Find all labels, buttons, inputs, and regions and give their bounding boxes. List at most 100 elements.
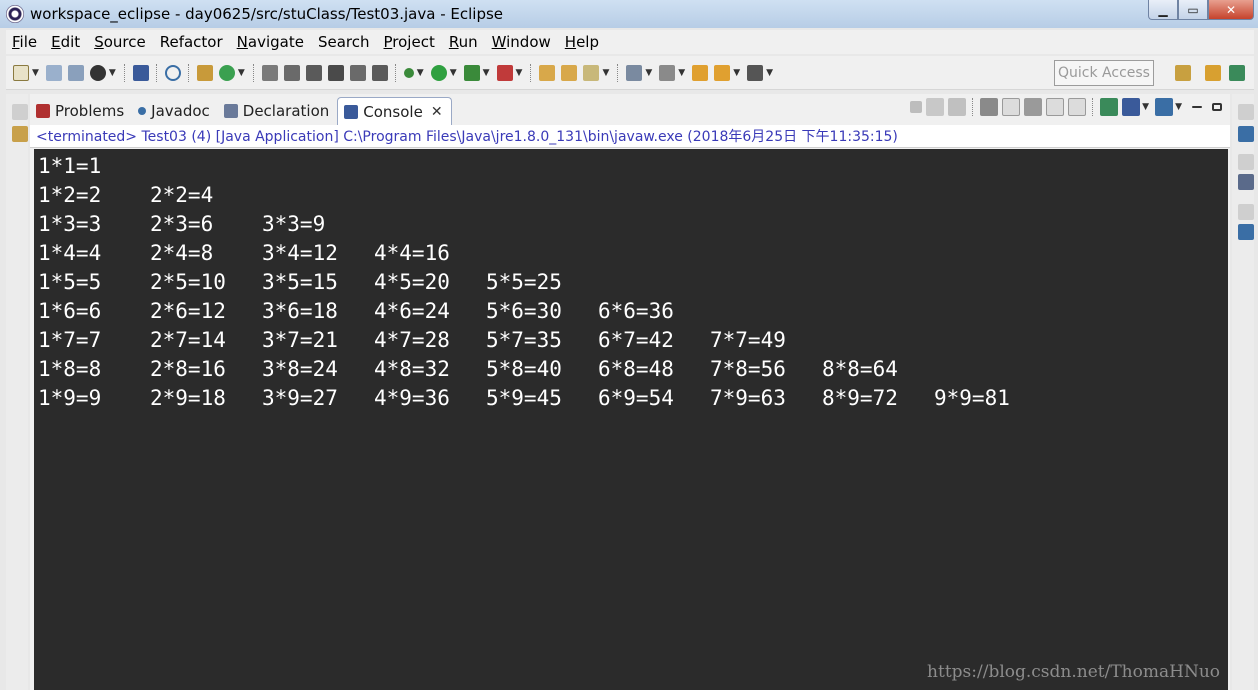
menu-help[interactable]: Help xyxy=(565,33,599,51)
menu-source-mnemonic: S xyxy=(94,33,104,51)
declaration-icon xyxy=(223,104,238,118)
external-tools-dropdown-icon[interactable]: ▼ xyxy=(516,68,523,78)
skip-breakpoints-icon[interactable] xyxy=(164,64,181,81)
left-trim-stack xyxy=(6,94,28,690)
run-dropdown-icon[interactable]: ▼ xyxy=(450,68,457,78)
console-line: 1*2=2 2*2=4 xyxy=(38,181,1228,210)
menu-search[interactable]: Search xyxy=(318,33,370,51)
scroll-lock-icon[interactable] xyxy=(1002,98,1021,116)
menu-help-label: elp xyxy=(576,33,599,51)
menu-window[interactable]: Window xyxy=(492,33,551,51)
close-tab-icon[interactable]: ✕ xyxy=(431,104,443,120)
tab-problems[interactable]: Problems xyxy=(30,97,132,125)
menu-navigate[interactable]: Navigate xyxy=(237,33,304,51)
prev-annotation-icon[interactable] xyxy=(659,64,676,81)
console-cell: 3*4=12 xyxy=(262,241,338,265)
outline-view-icon[interactable] xyxy=(1238,174,1254,190)
pen-icon[interactable] xyxy=(583,64,600,81)
remove-all-terminated-icon[interactable] xyxy=(948,98,967,116)
console-toggle-icon[interactable] xyxy=(132,64,149,81)
new-class-icon[interactable] xyxy=(218,64,235,81)
menu-run[interactable]: Run xyxy=(449,33,478,51)
coverage-icon[interactable] xyxy=(463,64,480,81)
javadoc-icon xyxy=(138,107,147,115)
save-all-icon[interactable] xyxy=(67,64,84,81)
minimize-button[interactable]: ▁ xyxy=(1148,0,1178,20)
restore-icon[interactable] xyxy=(1238,204,1254,220)
console-cell: 7*9=63 xyxy=(710,386,786,410)
back-dropdown-icon[interactable]: ▼ xyxy=(733,68,740,78)
pen-dropdown-icon[interactable]: ▼ xyxy=(602,68,609,78)
last-edit-icon[interactable] xyxy=(692,64,709,81)
quick-access-input[interactable]: Quick Access xyxy=(1054,60,1154,86)
menu-edit[interactable]: Edit xyxy=(51,33,80,51)
open-console-dropdown-icon[interactable]: ▼ xyxy=(1175,102,1182,112)
maximize-view-icon[interactable] xyxy=(1212,103,1222,111)
console-cell: 1*3=3 xyxy=(38,212,102,236)
debug-dropdown-icon[interactable]: ▼ xyxy=(109,68,116,78)
show-on-stderr-icon[interactable] xyxy=(1068,98,1087,116)
clear-console-icon[interactable] xyxy=(980,98,999,116)
open-task-icon[interactable] xyxy=(283,64,300,81)
new-dropdown-icon[interactable]: ▼ xyxy=(32,68,39,78)
package-explorer-icon[interactable] xyxy=(12,126,28,142)
forward-dropdown-icon[interactable]: ▼ xyxy=(766,68,773,78)
open-type-icon[interactable] xyxy=(261,64,278,81)
word-wrap-icon[interactable] xyxy=(1024,98,1043,116)
console-cell: 4*8=32 xyxy=(374,357,450,381)
debug-icon[interactable] xyxy=(403,67,414,78)
hierarchy-icon[interactable] xyxy=(1238,224,1254,240)
save-icon[interactable] xyxy=(45,64,62,81)
run-icon[interactable] xyxy=(430,64,447,81)
task-list-icon[interactable] xyxy=(1238,126,1254,142)
console-line: 1*5=5 2*5=10 3*5=15 4*5=20 5*5=25 xyxy=(38,268,1228,297)
pin-console-icon[interactable] xyxy=(1100,98,1119,116)
new-icon[interactable] xyxy=(13,64,29,81)
remove-launch-icon[interactable] xyxy=(926,98,945,116)
maximize-button[interactable]: ▭ xyxy=(1178,0,1208,20)
close-button[interactable]: ✕ xyxy=(1208,0,1254,20)
forward-arrow-icon[interactable] xyxy=(747,64,764,81)
tab-console[interactable]: Console ✕ xyxy=(337,97,452,125)
open-folder-icon[interactable] xyxy=(539,64,556,81)
java-perspective-icon[interactable] xyxy=(1229,65,1245,81)
show-on-stdout-icon[interactable] xyxy=(1046,98,1065,116)
minimize-view-icon[interactable] xyxy=(1192,106,1202,108)
coverage-dropdown-icon[interactable]: ▼ xyxy=(483,68,490,78)
restore-icon[interactable] xyxy=(1238,104,1254,120)
terminate-icon[interactable] xyxy=(910,101,923,113)
prev-annotation-dropdown-icon[interactable]: ▼ xyxy=(678,68,685,78)
tab-declaration[interactable]: Declaration xyxy=(218,97,337,125)
display-console-icon[interactable] xyxy=(1122,98,1141,116)
open-console-icon[interactable] xyxy=(1155,98,1174,116)
toggle-mark-icon[interactable] xyxy=(327,64,344,81)
menu-source[interactable]: Source xyxy=(94,33,146,51)
restore-icon[interactable] xyxy=(12,104,28,120)
restore-icon[interactable] xyxy=(1238,154,1254,170)
problems-icon xyxy=(36,104,50,118)
tab-javadoc[interactable]: Javadoc xyxy=(132,97,218,125)
console-view: Problems Javadoc Declaration Console ✕ ▼… xyxy=(30,94,1230,690)
external-tools-icon[interactable] xyxy=(496,64,513,81)
debug-person-icon[interactable] xyxy=(89,64,106,81)
open-perspective-icon[interactable] xyxy=(1175,65,1191,81)
java-ee-perspective-icon[interactable] xyxy=(1205,65,1221,81)
console-cell: 2*2=4 xyxy=(150,183,214,207)
annotation-icon[interactable] xyxy=(626,64,643,81)
outline-icon[interactable] xyxy=(349,64,366,81)
display-console-dropdown-icon[interactable]: ▼ xyxy=(1142,102,1149,112)
menu-project[interactable]: Project xyxy=(384,33,435,51)
annotation-dropdown-icon[interactable]: ▼ xyxy=(645,68,652,78)
console-output[interactable]: 1*1=1 1*2=2 2*2=4 1*3=3 2*3=6 3*3=9 1*4=4 2*4=8… xyxy=(34,149,1228,690)
open-folder-2-icon[interactable] xyxy=(561,64,578,81)
toolbar-separator xyxy=(530,63,532,82)
menu-refactor[interactable]: Refactor xyxy=(160,33,223,51)
search-icon[interactable] xyxy=(305,64,322,81)
new-class-dropdown-icon[interactable]: ▼ xyxy=(238,68,245,78)
console-cell: 2*4=8 xyxy=(150,241,214,265)
new-java-project-icon[interactable] xyxy=(196,64,213,81)
show-whitespace-icon[interactable] xyxy=(371,64,388,81)
back-arrow-icon[interactable] xyxy=(714,64,731,81)
menu-file[interactable]: File xyxy=(12,33,37,51)
debug-run-dropdown-icon[interactable]: ▼ xyxy=(417,68,424,78)
